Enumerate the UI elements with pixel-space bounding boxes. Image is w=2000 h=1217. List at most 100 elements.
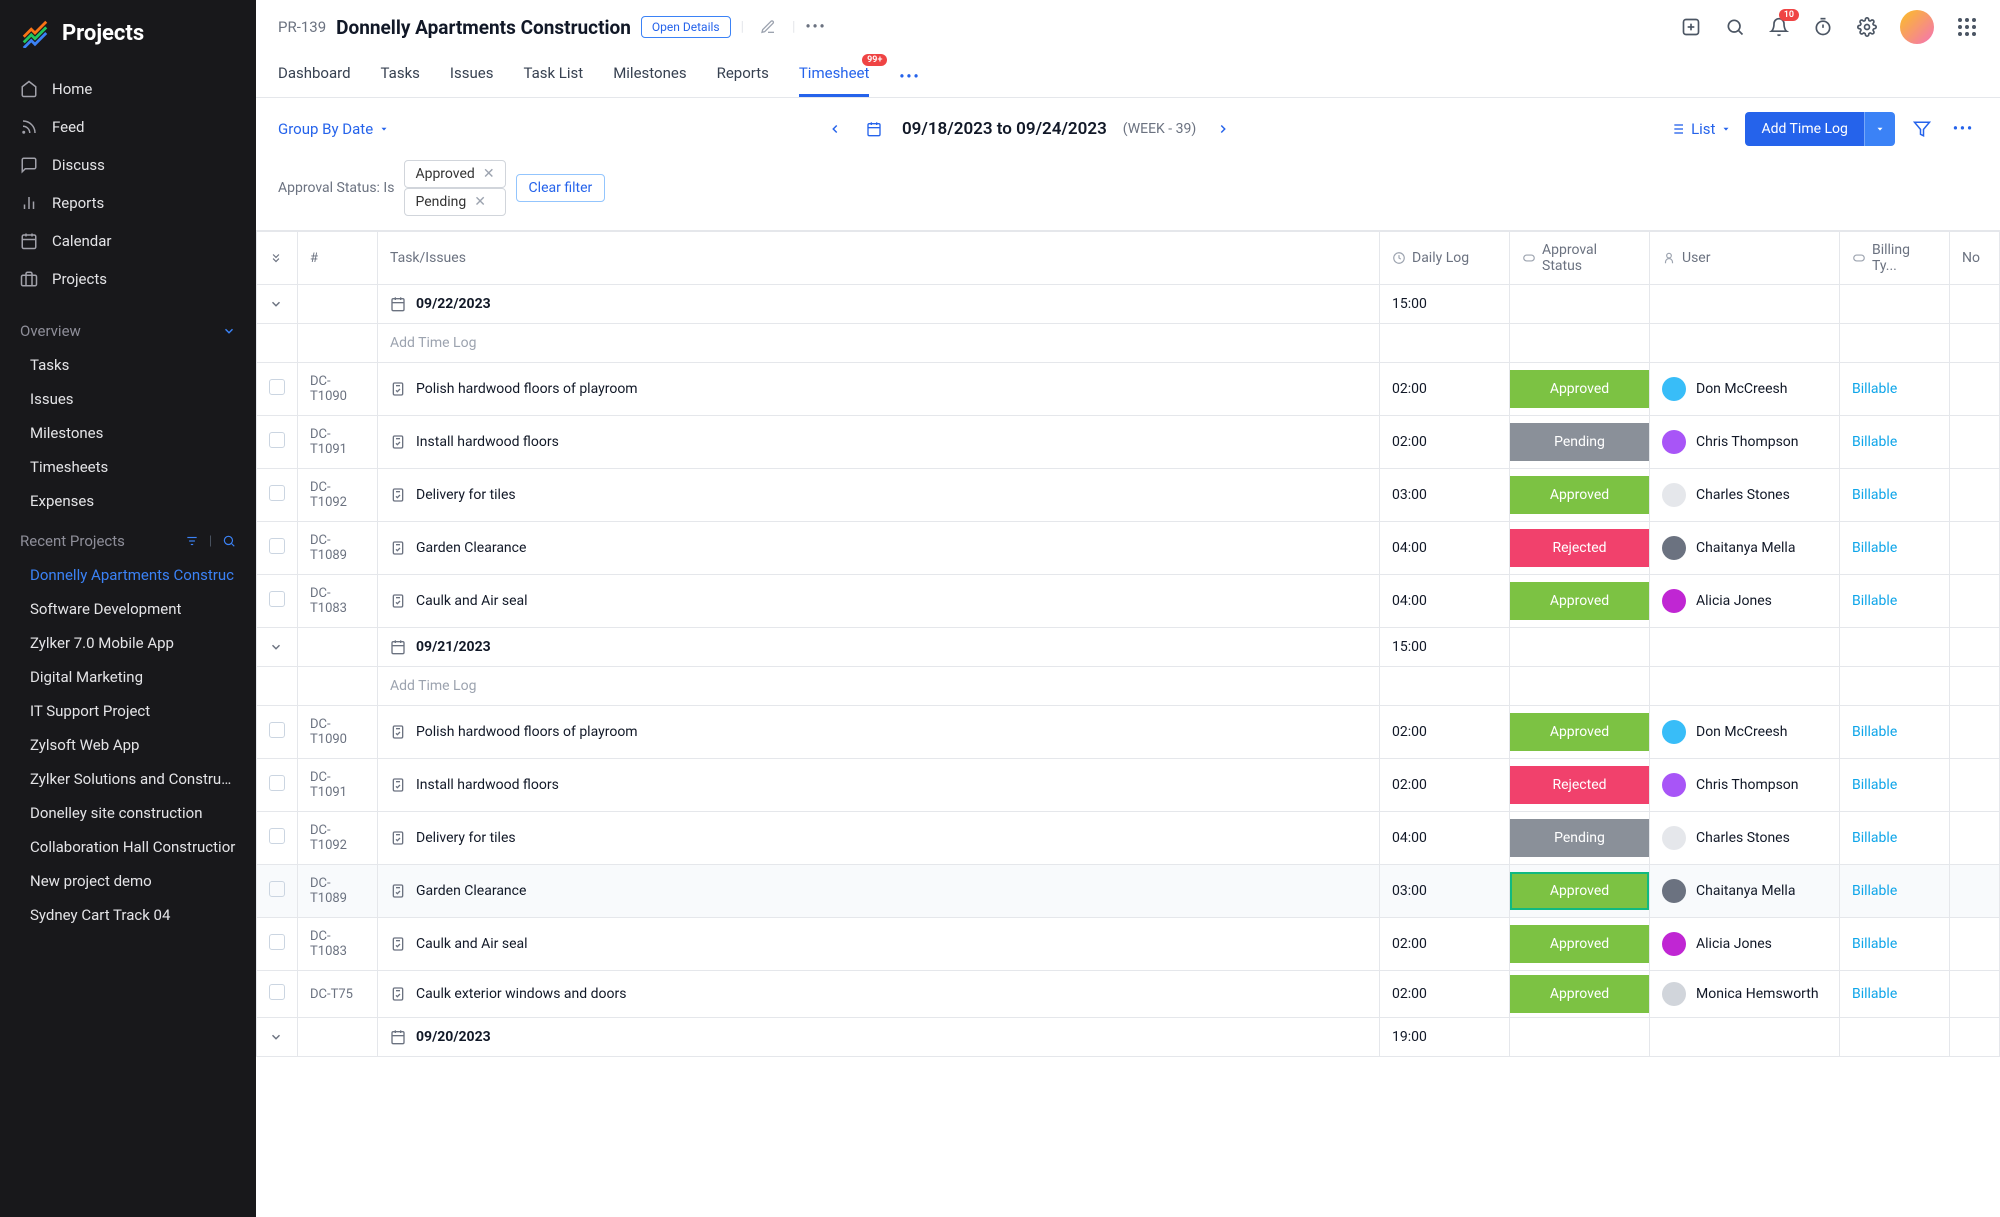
status-badge[interactable]: Rejected xyxy=(1510,529,1649,567)
search-icon[interactable] xyxy=(222,534,236,549)
row-checkbox[interactable] xyxy=(269,775,285,791)
add-time-log-dropdown[interactable] xyxy=(1864,112,1895,146)
timesheet-row[interactable]: DC-T1090Polish hardwood floors of playro… xyxy=(257,706,2000,759)
sidebar-item-calendar[interactable]: Calendar xyxy=(0,222,256,260)
timesheet-row[interactable]: DC-T1090Polish hardwood floors of playro… xyxy=(257,363,2000,416)
chip-remove-icon[interactable]: ✕ xyxy=(483,166,495,182)
timesheet-row[interactable]: DC-T1091Install hardwood floors02:00Pend… xyxy=(257,416,2000,469)
timesheet-row[interactable]: DC-T1092Delivery for tiles03:00ApprovedC… xyxy=(257,469,2000,522)
next-week-button[interactable] xyxy=(1212,118,1234,140)
edit-icon[interactable] xyxy=(754,19,782,35)
row-checkbox[interactable] xyxy=(269,379,285,395)
recent-project-item[interactable]: Zylsoft Web App xyxy=(0,728,256,762)
status-badge[interactable]: Approved xyxy=(1510,975,1649,1013)
app-logo[interactable]: Projects xyxy=(0,0,256,66)
calendar-picker-icon[interactable] xyxy=(862,117,886,141)
chevron-down-icon[interactable] xyxy=(269,640,285,654)
row-checkbox[interactable] xyxy=(269,984,285,1000)
tab-tasks[interactable]: Tasks xyxy=(381,56,420,97)
status-badge[interactable]: Approved xyxy=(1510,872,1649,910)
billing-type[interactable]: Billable xyxy=(1852,724,1897,740)
billing-type[interactable]: Billable xyxy=(1852,540,1897,556)
billing-type[interactable]: Billable xyxy=(1852,381,1897,397)
tab-reports[interactable]: Reports xyxy=(717,56,769,97)
status-badge[interactable]: Approved xyxy=(1510,582,1649,620)
add-icon[interactable] xyxy=(1680,16,1702,38)
billing-type[interactable]: Billable xyxy=(1852,883,1897,899)
billing-type[interactable]: Billable xyxy=(1852,830,1897,846)
status-badge[interactable]: Rejected xyxy=(1510,766,1649,804)
timesheet-row[interactable]: DC-T1089Garden Clearance04:00RejectedCha… xyxy=(257,522,2000,575)
row-checkbox[interactable] xyxy=(269,881,285,897)
sidebar-item-feed[interactable]: Feed xyxy=(0,108,256,146)
sidebar-item-reports[interactable]: Reports xyxy=(0,184,256,222)
recent-project-item[interactable]: Donelley site construction xyxy=(0,796,256,830)
chevron-down-icon[interactable] xyxy=(269,1030,285,1044)
billing-type[interactable]: Billable xyxy=(1852,936,1897,952)
timesheet-row[interactable]: DC-T1083Caulk and Air seal04:00ApprovedA… xyxy=(257,575,2000,628)
view-mode-dropdown[interactable]: List xyxy=(1669,120,1731,138)
overview-item[interactable]: Tasks xyxy=(0,348,256,382)
billing-type[interactable]: Billable xyxy=(1852,593,1897,609)
row-checkbox[interactable] xyxy=(269,538,285,554)
group-by-dropdown[interactable]: Group By Date xyxy=(278,120,389,138)
timesheet-row[interactable]: DC-T1092Delivery for tiles04:00PendingCh… xyxy=(257,812,2000,865)
sidebar-item-projects[interactable]: Projects xyxy=(0,260,256,298)
column-task[interactable]: Task/Issues xyxy=(378,232,1380,285)
search-icon[interactable] xyxy=(1724,16,1746,38)
billing-type[interactable]: Billable xyxy=(1852,777,1897,793)
timesheet-row[interactable]: DC-T1083Caulk and Air seal02:00ApprovedA… xyxy=(257,918,2000,971)
billing-type[interactable]: Billable xyxy=(1852,487,1897,503)
timer-icon[interactable] xyxy=(1812,16,1834,38)
overview-item[interactable]: Issues xyxy=(0,382,256,416)
column-status[interactable]: Approval Status xyxy=(1510,232,1650,285)
tab-dashboard[interactable]: Dashboard xyxy=(278,56,351,97)
billing-type[interactable]: Billable xyxy=(1852,434,1897,450)
recent-project-item[interactable]: Digital Marketing xyxy=(0,660,256,694)
timesheet-row[interactable]: DC-T75Caulk exterior windows and doors02… xyxy=(257,971,2000,1018)
recent-project-item[interactable]: Zylker 7.0 Mobile App xyxy=(0,626,256,660)
apps-grid-icon[interactable] xyxy=(1956,16,1978,38)
prev-week-button[interactable] xyxy=(824,118,846,140)
column-billing[interactable]: Billing Ty... xyxy=(1840,232,1950,285)
notifications-icon[interactable]: 10 xyxy=(1768,16,1790,38)
chip-remove-icon[interactable]: ✕ xyxy=(474,194,486,210)
sidebar-item-home[interactable]: Home xyxy=(0,70,256,108)
add-time-log-row[interactable]: Add Time Log xyxy=(257,324,2000,363)
status-badge[interactable]: Pending xyxy=(1510,423,1649,461)
user-avatar[interactable] xyxy=(1900,10,1934,44)
column-notes[interactable]: No xyxy=(1950,232,2000,285)
recent-project-item[interactable]: Donnelly Apartments Construc xyxy=(0,558,256,592)
column-user[interactable]: User xyxy=(1650,232,1840,285)
status-badge[interactable]: Approved xyxy=(1510,713,1649,751)
header-more-icon[interactable]: ••• xyxy=(805,19,826,35)
overview-section-header[interactable]: Overview xyxy=(0,310,256,348)
recent-project-item[interactable]: Sydney Cart Track 04 xyxy=(0,898,256,932)
clear-filter-button[interactable]: Clear filter xyxy=(516,174,606,202)
tab-issues[interactable]: Issues xyxy=(450,56,494,97)
recent-project-item[interactable]: IT Support Project xyxy=(0,694,256,728)
row-checkbox[interactable] xyxy=(269,591,285,607)
filter-icon[interactable] xyxy=(185,534,199,549)
row-checkbox[interactable] xyxy=(269,934,285,950)
add-time-log-row[interactable]: Add Time Log xyxy=(257,667,2000,706)
sidebar-item-discuss[interactable]: Discuss xyxy=(0,146,256,184)
overview-item[interactable]: Expenses xyxy=(0,484,256,518)
timesheet-row[interactable]: DC-T1091Install hardwood floors02:00Reje… xyxy=(257,759,2000,812)
status-badge[interactable]: Approved xyxy=(1510,476,1649,514)
recent-project-item[interactable]: New project demo xyxy=(0,864,256,898)
filter-icon[interactable] xyxy=(1909,116,1935,142)
status-badge[interactable]: Approved xyxy=(1510,925,1649,963)
tabs-more-icon[interactable]: ••• xyxy=(899,69,920,85)
open-details-button[interactable]: Open Details xyxy=(641,16,731,38)
chevron-down-icon[interactable] xyxy=(269,297,285,311)
more-icon[interactable]: ••• xyxy=(1949,117,1978,141)
row-checkbox[interactable] xyxy=(269,722,285,738)
tab-timesheet[interactable]: Timesheet99+ xyxy=(799,56,870,97)
billing-type[interactable]: Billable xyxy=(1852,986,1897,1002)
overview-item[interactable]: Milestones xyxy=(0,416,256,450)
row-checkbox[interactable] xyxy=(269,432,285,448)
recent-project-item[interactable]: Software Development xyxy=(0,592,256,626)
date-group-header[interactable]: 09/21/202315:00 xyxy=(257,628,2000,667)
tab-task-list[interactable]: Task List xyxy=(523,56,583,97)
